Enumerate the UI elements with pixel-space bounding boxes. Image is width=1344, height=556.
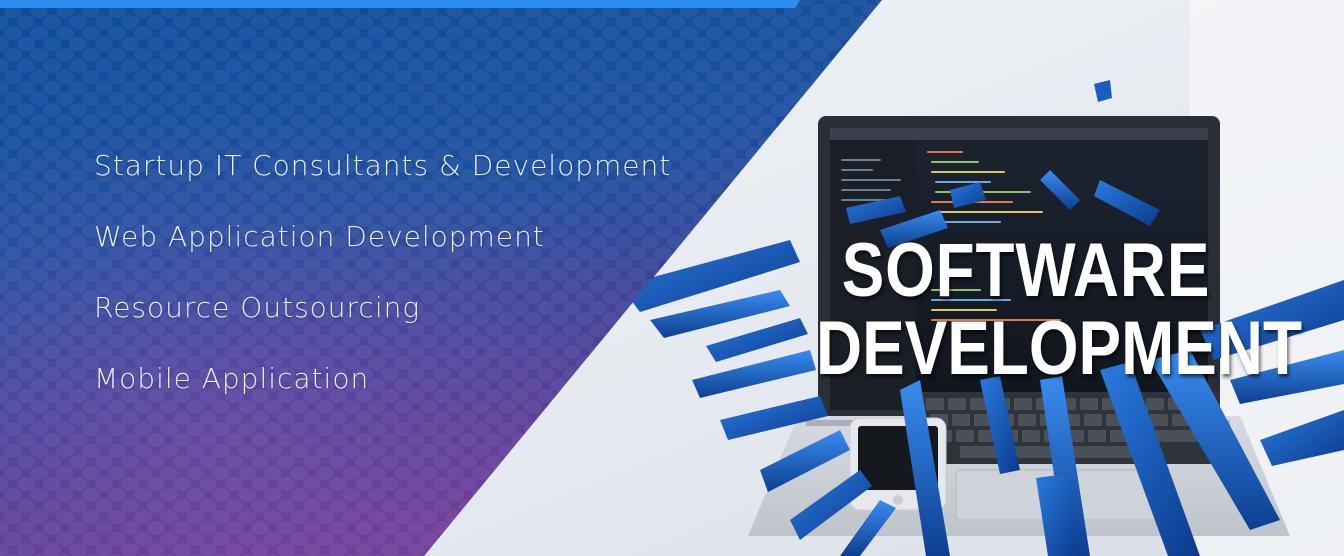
hero-banner: Startup IT Consultants & Development Web… <box>0 0 1344 556</box>
service-item-mobile-application: Mobile Application <box>94 362 370 395</box>
headline-line-2: DEVELOPMENT <box>816 306 1302 391</box>
service-item-resource-outsourcing: Resource Outsourcing <box>94 291 421 324</box>
headline: SOFTWARE DEVELOPMENT <box>816 228 1302 391</box>
services-list: Startup IT Consultants & Development Web… <box>94 146 671 430</box>
service-item-startup-consulting: Startup IT Consultants & Development <box>94 149 672 182</box>
service-item-web-application: Web Application Development <box>94 220 545 253</box>
headline-line-1: SOFTWARE <box>841 228 1211 313</box>
